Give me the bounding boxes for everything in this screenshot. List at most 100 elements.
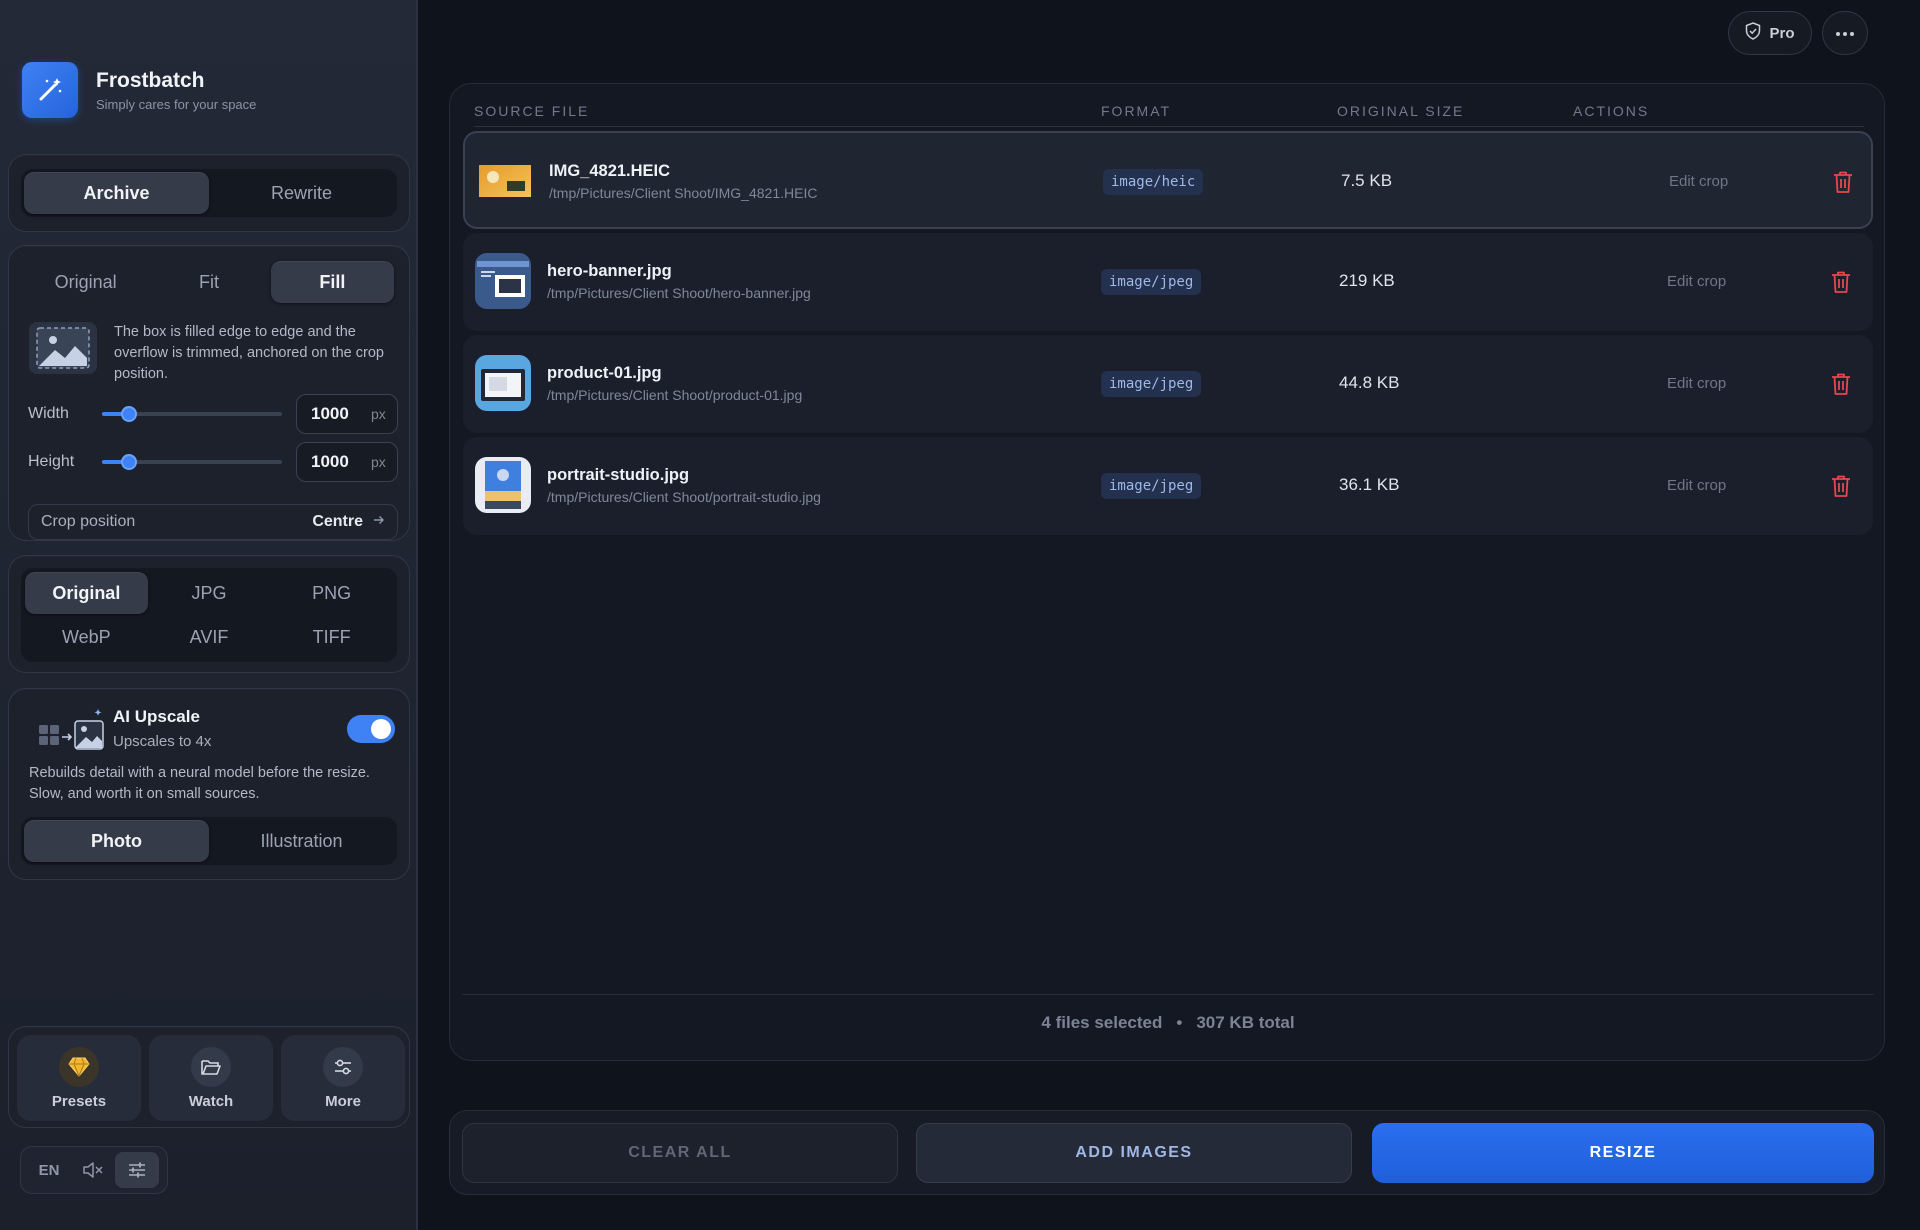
- total-size: 307 KB total: [1196, 1012, 1295, 1032]
- language-button[interactable]: EN: [27, 1152, 71, 1188]
- action-bar: CLEAR ALL ADD IMAGES RESIZE: [449, 1110, 1885, 1195]
- brand: Frostbatch Simply cares for your space: [22, 62, 256, 118]
- format-avif[interactable]: AVIF: [148, 616, 271, 658]
- format-png[interactable]: PNG: [270, 572, 393, 614]
- edit-crop-button[interactable]: Edit crop: [1667, 375, 1726, 392]
- format-badge: image/jpeg: [1101, 269, 1202, 295]
- tab-archive[interactable]: Archive: [24, 172, 209, 214]
- edit-crop-button[interactable]: Edit crop: [1667, 477, 1726, 494]
- upscale-toggle[interactable]: [347, 715, 395, 743]
- width-field-box: px: [296, 394, 398, 434]
- header-original-size: ORIGINAL SIZE: [1337, 103, 1465, 119]
- mode-card: Archive Rewrite: [8, 154, 410, 232]
- header-source-file: SOURCE FILE: [474, 103, 590, 119]
- file-size: 36.1 KB: [1339, 475, 1400, 494]
- model-photo[interactable]: Photo: [24, 820, 209, 862]
- format-jpg[interactable]: JPG: [148, 572, 271, 614]
- width-input[interactable]: [311, 404, 367, 424]
- table-row[interactable]: hero-banner.jpg /tmp/Pictures/Client Sho…: [463, 233, 1873, 331]
- footer-controls: EN: [20, 1146, 168, 1194]
- pro-button[interactable]: Pro: [1728, 11, 1812, 55]
- nav-presets[interactable]: Presets: [17, 1035, 141, 1121]
- sidebar: Frostbatch Simply cares for your space A…: [0, 0, 418, 1230]
- tab-original-size[interactable]: Original: [24, 261, 147, 303]
- trash-icon[interactable]: [1830, 372, 1852, 396]
- height-unit: px: [371, 454, 386, 470]
- fill-description: The box is filled edge to edge and the o…: [29, 322, 392, 385]
- ellipsis-icon: [1835, 24, 1855, 42]
- width-slider-handle[interactable]: [121, 406, 137, 422]
- upscale-icon: [29, 707, 105, 755]
- shield-check-icon: [1745, 22, 1761, 44]
- tab-rewrite[interactable]: Rewrite: [209, 172, 394, 214]
- width-row: Width px: [28, 394, 398, 434]
- table-row[interactable]: product-01.jpg /tmp/Pictures/Client Shoo…: [463, 335, 1873, 433]
- file-name: portrait-studio.jpg: [547, 466, 690, 484]
- file-size: 219 KB: [1339, 271, 1395, 290]
- height-field-box: px: [296, 442, 398, 482]
- tab-fit[interactable]: Fit: [147, 261, 270, 303]
- format-tiff[interactable]: TIFF: [270, 616, 393, 658]
- table-header: SOURCE FILE FORMAT ORIGINAL SIZE ACTIONS: [474, 99, 1864, 127]
- nav-watch[interactable]: Watch: [149, 1035, 273, 1121]
- nav-more[interactable]: More: [281, 1035, 405, 1121]
- upscale-toggle-knob: [371, 719, 391, 739]
- format-original[interactable]: Original: [25, 572, 148, 614]
- sliders-icon: [323, 1047, 363, 1087]
- table-row[interactable]: portrait-studio.jpg /tmp/Pictures/Client…: [463, 437, 1873, 535]
- diamond-icon: [59, 1047, 99, 1087]
- trash-icon[interactable]: [1832, 170, 1854, 194]
- file-path: /tmp/Pictures/Client Shoot/hero-banner.j…: [547, 285, 811, 301]
- file-path: /tmp/Pictures/Client Shoot/IMG_4821.HEIC: [549, 185, 818, 201]
- nav-watch-label: Watch: [188, 1093, 234, 1110]
- fill-description-text: The box is filled edge to edge and the o…: [114, 324, 384, 382]
- upscale-title: AI Upscale: [113, 707, 200, 726]
- format-webp[interactable]: WebP: [25, 616, 148, 658]
- height-input[interactable]: [311, 452, 367, 472]
- crop-position-select[interactable]: Crop position Centre: [28, 504, 398, 540]
- tab-fill[interactable]: Fill: [270, 261, 394, 303]
- height-row: Height px: [28, 442, 398, 482]
- file-thumbnail: [475, 457, 531, 513]
- edit-crop-button[interactable]: Edit crop: [1667, 273, 1726, 290]
- separator-dot: •: [1176, 1012, 1183, 1032]
- trash-icon[interactable]: [1830, 270, 1852, 294]
- arrow-right-icon: [373, 513, 385, 531]
- height-slider[interactable]: [102, 454, 282, 470]
- resize-card: Original Fit Fill The box is filled edge…: [8, 245, 410, 541]
- file-name: product-01.jpg: [547, 364, 662, 382]
- clear-all-button[interactable]: CLEAR ALL: [462, 1123, 898, 1183]
- height-slider-handle[interactable]: [121, 454, 137, 470]
- resize-button[interactable]: RESIZE: [1372, 1123, 1874, 1183]
- upscale-model-tabs: Photo Illustration: [21, 817, 397, 865]
- file-thumbnail: [475, 355, 531, 411]
- file-size: 7.5 KB: [1341, 171, 1393, 190]
- trash-icon[interactable]: [1830, 474, 1852, 498]
- edit-crop-button[interactable]: Edit crop: [1669, 173, 1728, 190]
- crop-position-label: Crop position: [41, 513, 136, 530]
- mute-icon[interactable]: [71, 1152, 115, 1188]
- add-images-button[interactable]: ADD IMAGES: [916, 1123, 1352, 1183]
- crop-position-value: Centre: [312, 513, 363, 530]
- more-options-button[interactable]: [1822, 11, 1868, 55]
- file-path: /tmp/Pictures/Client Shoot/portrait-stud…: [547, 489, 821, 505]
- table-row[interactable]: IMG_4821.HEIC /tmp/Pictures/Client Shoot…: [463, 131, 1873, 229]
- upscale-subtitle: Upscales to 4x: [113, 733, 212, 750]
- upscale-card: AI Upscale Upscales to 4x Rebuilds detai…: [8, 688, 410, 880]
- image-fill-icon: [29, 322, 97, 374]
- magic-wand-icon: [22, 62, 78, 118]
- bottom-nav: Presets Watch More: [8, 1026, 410, 1128]
- format-tabs: Original JPG PNG WebP AVIF TIFF: [21, 568, 397, 662]
- format-card: Original JPG PNG WebP AVIF TIFF: [8, 555, 410, 673]
- selection-summary: 4 files selected • 307 KB total: [462, 994, 1874, 1050]
- nav-presets-label: Presets: [51, 1093, 107, 1110]
- file-table: SOURCE FILE FORMAT ORIGINAL SIZE ACTIONS…: [449, 83, 1885, 1061]
- format-badge: image/jpeg: [1101, 371, 1202, 397]
- width-slider[interactable]: [102, 406, 282, 422]
- model-illustration[interactable]: Illustration: [209, 820, 394, 862]
- width-unit: px: [371, 406, 386, 422]
- upscale-description: Rebuilds detail with a neural model befo…: [29, 765, 370, 802]
- settings-sliders-icon[interactable]: [115, 1152, 159, 1188]
- files-selected-count: 4 files selected: [1041, 1012, 1163, 1032]
- file-size: 44.8 KB: [1339, 373, 1400, 392]
